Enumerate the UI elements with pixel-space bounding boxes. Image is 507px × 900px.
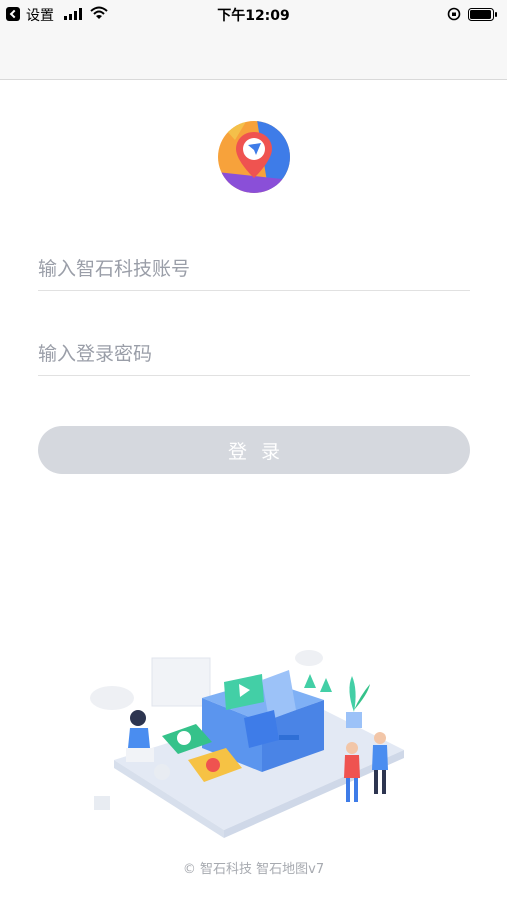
account-field-wrapper [38,243,470,291]
battery-icon [468,8,497,21]
account-input[interactable] [38,243,470,290]
navigation-bar [0,28,507,80]
password-input[interactable] [38,328,470,375]
rotation-lock-icon [447,7,461,21]
app-logo-icon [218,121,290,193]
status-bar: 设置 下午12:09 [0,0,507,28]
copyright-footer: © 智石科技 智石地图v7 [182,862,325,877]
login-illustration [90,650,404,838]
login-button[interactable]: 登录 [38,426,470,474]
password-field-wrapper [38,328,470,376]
status-time: 下午12:09 [217,8,290,24]
